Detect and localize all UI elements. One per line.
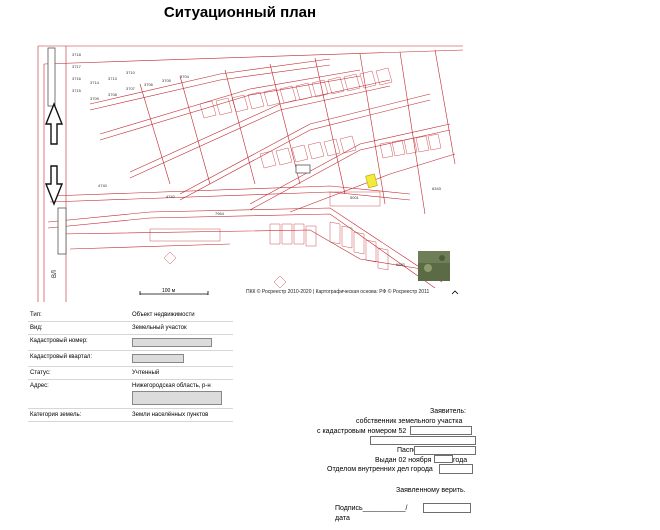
- department-text: Отделом внутренних дел города: [327, 466, 433, 473]
- info-label: Кадастровый квартал:: [30, 354, 93, 360]
- map-label: 3713: [108, 76, 118, 81]
- map-label: 3714: [90, 80, 100, 85]
- map-label: 5001: [350, 195, 360, 200]
- satellite-thumbnail-icon[interactable]: [418, 251, 450, 281]
- info-row-type: Тип: Объект недвижимости: [28, 309, 233, 322]
- map-label: 3710: [126, 70, 136, 75]
- cadastre-text: с кадастровым номером 52: [317, 428, 407, 435]
- map-label: 4740: [98, 183, 108, 188]
- redacted-value: [132, 338, 212, 347]
- map-label: 3705: [162, 78, 172, 83]
- map-label: 4742: [166, 194, 176, 199]
- map-label: 7964: [215, 211, 225, 216]
- redacted-owner-name: [370, 436, 476, 445]
- info-value: [130, 351, 233, 366]
- info-label: Категория земель:: [30, 412, 82, 418]
- owner-text: собственник земельного участка: [356, 418, 463, 425]
- scale-label: 100 м: [162, 288, 176, 294]
- map-label: 3709: [90, 96, 100, 101]
- map-label: 3704: [180, 74, 190, 79]
- info-value: Земельный участок: [132, 325, 187, 331]
- info-label: Вид:: [30, 325, 43, 331]
- info-label: Тип:: [30, 312, 42, 318]
- verify-text: Заявленному верить.: [396, 487, 466, 494]
- info-row-kind: Вид: Земельный участок: [28, 322, 233, 335]
- map-label: 3706: [144, 82, 154, 87]
- date-label: дата: [335, 515, 350, 522]
- map-label: 3716: [72, 76, 82, 81]
- map-label: 3708: [108, 92, 118, 97]
- info-label: Статус:: [30, 370, 51, 376]
- info-value: Учтенный: [132, 370, 160, 376]
- info-row-status: Статус: Учтенный: [28, 367, 233, 380]
- info-label: Адрес:: [30, 383, 49, 389]
- info-value: Земли населённых пунктов: [132, 412, 209, 418]
- map-label: ВЛ: [52, 270, 58, 278]
- map-label: 6683: [396, 262, 406, 267]
- situational-map: 3718 3717 3716 3715 3714 3713 3710 3709 …: [30, 44, 463, 302]
- signature-line: Подпись___________/: [335, 505, 408, 512]
- redacted-map-label: [295, 164, 311, 174]
- issued-text: Выдан 02 ноября: [375, 457, 432, 464]
- info-row-address: Адрес: Нижегородская область, р-н: [28, 380, 233, 409]
- redacted-value: [132, 391, 222, 405]
- map-label: 3715: [72, 88, 82, 93]
- redacted-year: [434, 455, 453, 463]
- info-label: Кадастровый номер:: [30, 338, 88, 344]
- redacted-city: [439, 464, 473, 474]
- info-row-land-category: Категория земель: Земли населённых пункт…: [28, 409, 233, 422]
- address-text: Нижегородская область, р-н: [132, 383, 211, 389]
- map-label: 3717: [72, 64, 82, 69]
- map-label: 3707: [126, 86, 136, 91]
- map-label: 6343: [432, 186, 442, 191]
- redacted-passport: [414, 446, 476, 455]
- map-copyright: ПКК © Росреестр 2010-2020 | Картографиче…: [246, 289, 430, 295]
- applicant-heading: Заявитель:: [430, 408, 467, 415]
- redacted-signature-name: [423, 503, 471, 513]
- redacted-cadastre: [410, 426, 472, 435]
- info-value: Объект недвижимости: [132, 312, 195, 318]
- info-table: Тип: Объект недвижимости Вид: Земельный …: [28, 309, 233, 422]
- info-value: [130, 335, 233, 350]
- info-row-cadastral-quarter: Кадастровый квартал:: [28, 351, 233, 367]
- info-row-cadastral-number: Кадастровый номер:: [28, 335, 233, 351]
- info-value: Нижегородская область, р-н: [130, 380, 233, 408]
- map-label: 3718: [72, 52, 82, 57]
- page-title: Ситуационный план: [163, 4, 317, 21]
- year-suffix-text: года: [453, 457, 468, 464]
- redacted-value: [132, 354, 184, 363]
